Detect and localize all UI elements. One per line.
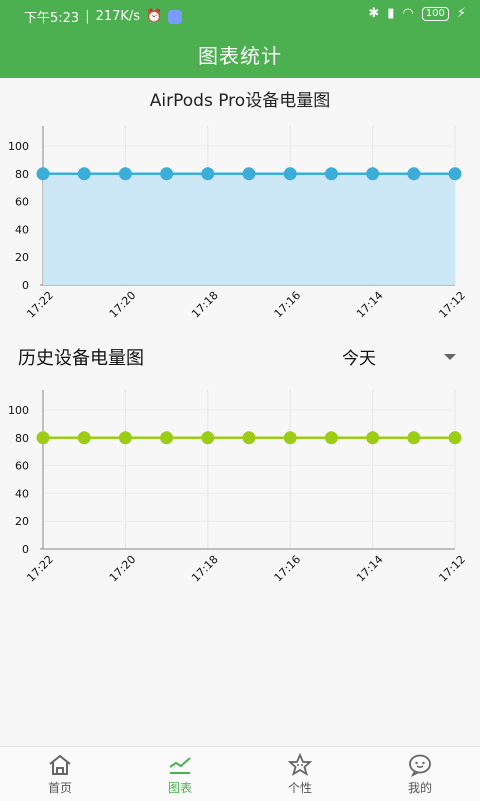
status-bar: 下午5:23 | 217K/s ⏰ ✱ ▮ ◠ 100 ⚡ <box>0 0 480 30</box>
chat-face-icon <box>409 754 431 777</box>
x-tick-label: 17:14 <box>354 553 386 585</box>
data-point <box>324 167 338 181</box>
data-point <box>36 167 50 181</box>
data-point <box>366 167 380 181</box>
y-tick-label: 0 <box>22 279 29 292</box>
nav-item-personalize[interactable]: 个性 <box>240 747 360 801</box>
bottom-nav: 首页 图表 个性 我的 <box>0 746 480 801</box>
y-tick-label: 20 <box>15 251 29 264</box>
data-point <box>36 431 50 445</box>
x-tick-label: 17:18 <box>189 289 221 321</box>
alarm-icon: ⏰ <box>146 9 163 24</box>
signal-icon: ▮ <box>387 6 395 21</box>
x-tick-label: 17:18 <box>189 553 221 585</box>
status-time: 下午5:23 <box>24 11 80 26</box>
chevron-down-icon <box>444 354 456 360</box>
history-section-title: 历史设备电量图 <box>18 348 144 369</box>
y-tick-label: 40 <box>15 487 29 500</box>
y-tick-label: 40 <box>15 223 29 236</box>
notification-icon <box>168 9 183 24</box>
nav-label-home: 首页 <box>47 780 72 795</box>
y-tick-label: 60 <box>15 196 29 209</box>
data-point <box>366 431 380 445</box>
data-point <box>201 167 215 181</box>
data-point <box>77 431 91 445</box>
data-point <box>242 431 256 445</box>
nav-item-mine[interactable]: 我的 <box>360 747 480 801</box>
y-tick-label: 20 <box>15 515 29 528</box>
data-point <box>324 431 338 445</box>
y-tick-label: 0 <box>22 543 29 556</box>
status-separator: | <box>85 9 90 24</box>
status-speed: 217K/s <box>95 9 141 24</box>
data-point <box>160 431 174 445</box>
data-point <box>283 431 297 445</box>
x-tick-label: 17:16 <box>272 289 304 321</box>
data-point <box>118 431 132 445</box>
x-tick-label: 17:12 <box>436 289 468 321</box>
data-point <box>407 167 421 181</box>
x-tick-label: 17:20 <box>107 289 139 321</box>
x-tick-label: 17:12 <box>436 553 468 585</box>
y-tick-label: 80 <box>15 168 29 181</box>
history-section-header: 历史设备电量图 今天 <box>0 340 480 374</box>
data-point <box>448 167 462 181</box>
x-tick-label: 17:20 <box>107 553 139 585</box>
data-point <box>201 431 215 445</box>
data-point <box>118 167 132 181</box>
bluetooth-icon: ✱ <box>368 6 380 21</box>
chart-icon <box>169 756 191 774</box>
history-battery-chart: 0 20 40 60 80 100 17:22 17:20 17:18 17:16 17:14 17:… <box>8 390 468 585</box>
date-range-value: 今天 <box>342 349 376 369</box>
page-title-bar: 图表统计 <box>0 30 480 78</box>
y-tick-label: 60 <box>15 460 29 473</box>
nav-label-chart: 图表 <box>167 780 192 795</box>
data-point <box>160 167 174 181</box>
x-tick-label: 17:22 <box>24 553 56 585</box>
nav-item-home[interactable]: 首页 <box>0 747 120 801</box>
nav-item-chart[interactable]: 图表 <box>120 747 240 801</box>
data-point <box>77 167 91 181</box>
data-point <box>448 431 462 445</box>
home-icon <box>49 754 71 775</box>
y-tick-label: 80 <box>15 432 29 445</box>
battery-indicator: 100 <box>421 6 449 21</box>
nav-label-mine: 我的 <box>407 780 432 795</box>
page-title: 图表统计 <box>198 43 282 68</box>
area-fill <box>43 173 455 285</box>
chart1-title: AirPods Pro设备电量图 <box>149 91 331 111</box>
charging-icon: ⚡ <box>456 6 466 21</box>
star-face-icon <box>287 752 313 776</box>
date-range-dropdown[interactable]: 今天 <box>342 344 462 370</box>
airpods-battery-chart: 0 20 40 60 80 100 17:22 17:20 17:18 17:16 17:14 17:… <box>8 126 468 321</box>
x-tick-label: 17:22 <box>24 289 56 321</box>
data-point <box>407 431 421 445</box>
nav-label-personalize: 个性 <box>287 780 312 795</box>
data-point <box>242 167 256 181</box>
y-tick-label: 100 <box>8 404 29 417</box>
data-point <box>283 167 297 181</box>
wifi-icon: ◠ <box>402 6 414 21</box>
x-tick-label: 17:14 <box>354 289 386 321</box>
y-tick-label: 100 <box>8 140 29 153</box>
x-tick-label: 17:16 <box>272 553 304 585</box>
